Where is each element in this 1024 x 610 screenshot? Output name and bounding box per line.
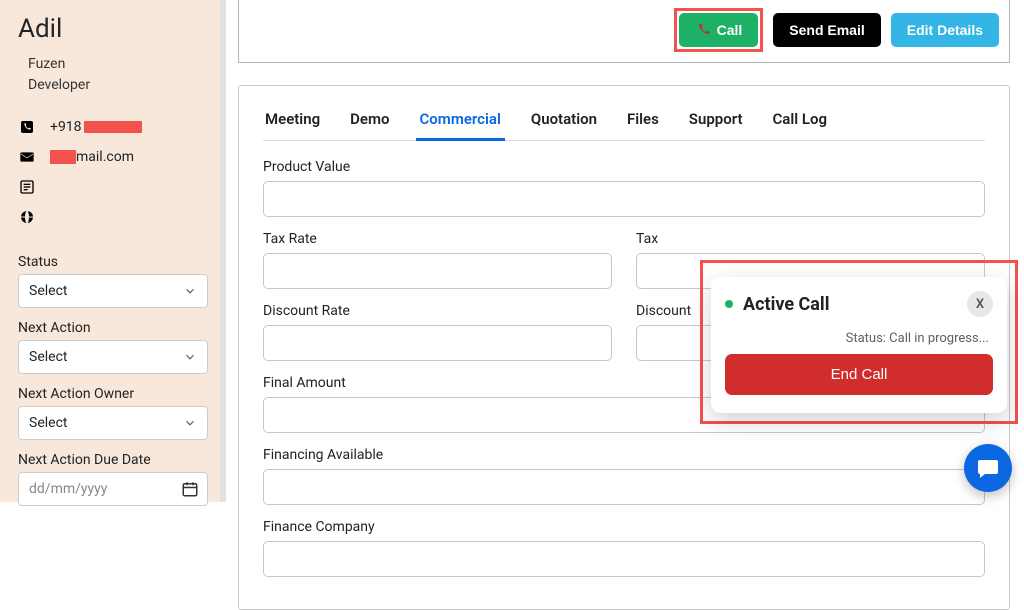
tax-label: Tax [636,231,985,247]
edit-details-label: Edit Details [907,22,983,38]
next-action-due-group: Next Action Due Date dd/mm/yyyy [18,452,208,506]
chevron-down-icon [183,350,197,364]
next-action-owner-label: Next Action Owner [18,386,208,402]
contact-role: Developer [28,75,208,96]
phone-icon [695,22,711,38]
email-suffix: mail.com [76,149,134,165]
email-redacted [50,150,76,164]
next-action-owner-value: Select [29,415,67,431]
sidebar: Adil Fuzen Developer +918 mail.com [0,0,226,502]
chevron-down-icon [183,416,197,430]
topbar: Call Send Email Edit Details [238,0,1010,63]
tab-demo[interactable]: Demo [348,104,391,140]
next-action-due-input[interactable]: dd/mm/yyyy [18,472,208,506]
active-indicator-icon [725,300,733,308]
contact-name: Adil [18,14,208,44]
next-action-select[interactable]: Select [18,340,208,374]
end-call-label: End Call [831,366,888,383]
contact-web-row [18,208,208,226]
email-icon [18,148,36,166]
contact-info-list: +918 mail.com [18,118,208,226]
contact-email-row: mail.com [18,148,208,166]
finance-company-input[interactable] [263,541,985,577]
close-call-popup-button[interactable]: X [967,291,993,317]
discount-rate-label: Discount Rate [263,303,612,319]
contact-phone: +918 [50,119,142,135]
next-action-group: Next Action Select [18,320,208,374]
notes-icon [18,178,36,196]
call-button[interactable]: Call [679,13,759,47]
call-popup-header: Active Call X [725,291,993,317]
call-button-highlight: Call [674,8,764,52]
status-group: Status Select [18,254,208,308]
status-select[interactable]: Select [18,274,208,308]
chat-icon [976,456,1000,480]
financing-available-label: Financing Available [263,447,985,463]
phone-redacted [84,121,142,133]
call-status-text: Status: Call in progress... [725,331,989,346]
call-popup-highlight: Active Call X Status: Call in progress..… [700,260,1018,424]
product-value-input[interactable] [263,181,985,217]
next-action-owner-group: Next Action Owner Select [18,386,208,440]
contact-notes-row [18,178,208,196]
tab-quotation[interactable]: Quotation [529,104,599,140]
finance-company-label: Finance Company [263,519,985,535]
tab-files[interactable]: Files [625,104,661,140]
send-email-label: Send Email [789,22,864,38]
contact-email: mail.com [50,149,134,165]
contact-company: Fuzen [28,54,208,75]
discount-rate-input[interactable] [263,325,612,361]
call-button-label: Call [717,22,743,38]
chat-bubble-button[interactable] [964,444,1012,492]
active-call-popup: Active Call X Status: Call in progress..… [711,277,1007,413]
calendar-icon [181,480,199,498]
tab-meeting[interactable]: Meeting [263,104,322,140]
next-action-due-label: Next Action Due Date [18,452,208,468]
call-popup-title: Active Call [743,294,957,315]
tab-support[interactable]: Support [687,104,745,140]
status-value: Select [29,283,67,299]
contact-block: Adil Fuzen Developer [18,14,208,96]
date-placeholder: dd/mm/yyyy [29,481,107,497]
tab-commercial[interactable]: Commercial [418,104,503,140]
financing-available-input[interactable] [263,469,985,505]
next-action-owner-select[interactable]: Select [18,406,208,440]
contact-phone-row: +918 [18,118,208,136]
tab-call-log[interactable]: Call Log [771,104,830,140]
edit-details-button[interactable]: Edit Details [891,13,999,47]
chevron-down-icon [183,284,197,298]
next-action-label: Next Action [18,320,208,336]
product-value-label: Product Value [263,159,985,175]
end-call-button[interactable]: End Call [725,354,993,395]
tabs: Meeting Demo Commercial Quotation Files … [263,104,985,141]
phone-icon [18,118,36,136]
next-action-value: Select [29,349,67,365]
send-email-button[interactable]: Send Email [773,13,880,47]
tax-rate-input[interactable] [263,253,612,289]
phone-prefix: +918 [50,119,82,135]
globe-icon [18,208,36,226]
tax-rate-label: Tax Rate [263,231,612,247]
main-content: Call Send Email Edit Details Meeting Dem… [226,0,1024,502]
status-label: Status [18,254,208,270]
